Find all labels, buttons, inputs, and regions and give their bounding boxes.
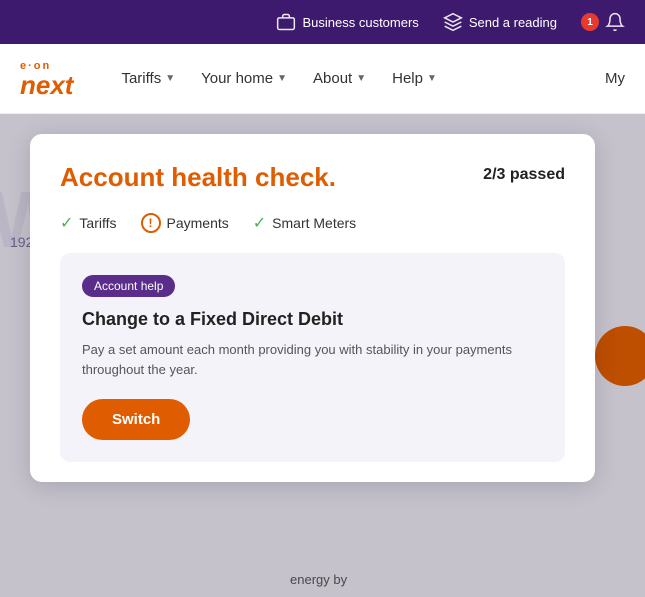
nav-your-home[interactable]: Your home ▼: [193, 64, 295, 93]
send-reading-label: Send a reading: [469, 15, 557, 30]
health-check-modal: Account health check. 2/3 passed ✓ Tarif…: [30, 134, 595, 482]
check-smart-meters-label: Smart Meters: [272, 215, 356, 231]
inner-card-title: Change to a Fixed Direct Debit: [82, 309, 543, 330]
chevron-down-icon: ▼: [165, 73, 175, 84]
warning-icon: !: [141, 213, 161, 233]
notification-badge: 1: [581, 13, 599, 31]
modal-passed: 2/3 passed: [483, 166, 565, 184]
check-tariffs-label: Tariffs: [79, 215, 116, 231]
notification-icon[interactable]: 1: [581, 12, 625, 32]
modal-header: Account health check. 2/3 passed: [60, 162, 565, 193]
nav-about[interactable]: About ▼: [305, 64, 374, 93]
nav-tariffs[interactable]: Tariffs ▼: [113, 64, 183, 93]
check-payments: ! Payments: [141, 213, 229, 233]
nav-bar: e·on next Tariffs ▼ Your home ▼ About ▼ …: [0, 44, 645, 114]
inner-card: Account help Change to a Fixed Direct De…: [60, 253, 565, 462]
account-help-badge: Account help: [82, 275, 175, 297]
modal-title: Account health check.: [60, 162, 336, 193]
inner-card-description: Pay a set amount each month providing yo…: [82, 340, 543, 379]
chevron-down-icon: ▼: [427, 73, 437, 84]
check-payments-label: Payments: [167, 215, 229, 231]
chevron-down-icon: ▼: [356, 73, 366, 84]
nav-my[interactable]: My: [605, 70, 625, 87]
top-bar: Business customers Send a reading 1: [0, 0, 645, 44]
logo: e·on next: [20, 60, 73, 98]
logo-next: next: [20, 72, 73, 98]
check-smart-meters: ✓ Smart Meters: [253, 213, 356, 233]
send-reading-link[interactable]: Send a reading: [443, 12, 557, 32]
main-nav: Tariffs ▼ Your home ▼ About ▼ Help ▼: [113, 64, 444, 93]
nav-help[interactable]: Help ▼: [384, 64, 445, 93]
main-content: Wo 192 G t paympaymentment iss afterissu…: [0, 114, 645, 597]
switch-button[interactable]: Switch: [82, 399, 190, 440]
modal-checks: ✓ Tariffs ! Payments ✓ Smart Meters: [60, 213, 565, 233]
check-tariffs: ✓ Tariffs: [60, 213, 117, 233]
checkmark-icon: ✓: [253, 213, 266, 233]
business-customers-link[interactable]: Business customers: [276, 12, 418, 32]
chevron-down-icon: ▼: [277, 73, 287, 84]
business-customers-label: Business customers: [302, 15, 418, 30]
checkmark-icon: ✓: [60, 213, 73, 233]
